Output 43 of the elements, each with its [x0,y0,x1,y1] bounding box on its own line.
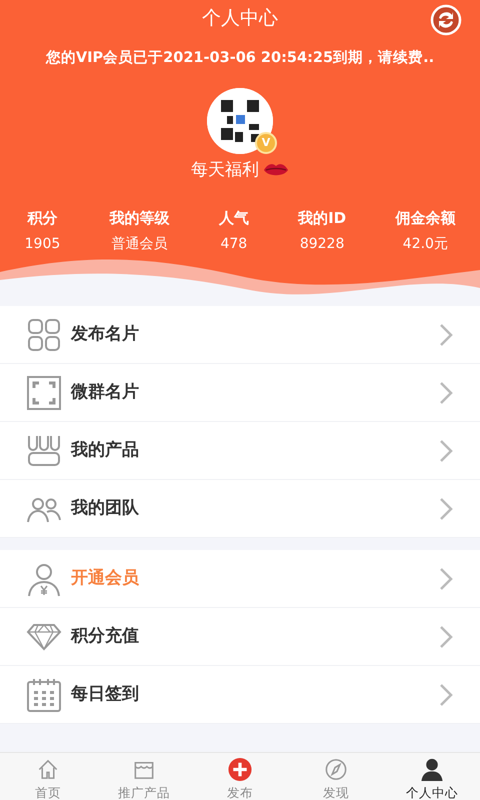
menu-label: 我的产品 [71,438,140,462]
stat-label: 人气 [218,208,249,228]
compass-icon [323,757,349,782]
tab-item[interactable]: 个人中心 [384,753,480,800]
stat-value: 478 [220,235,248,254]
lips-icon [263,162,289,178]
stat-value: 1905 [24,235,60,254]
menu-label: 我的团队 [71,496,140,520]
stat-value: 普通会员 [112,235,168,254]
stat-label: 积分 [27,208,58,228]
page-title: 个人中心 [202,6,278,31]
menu-item[interactable]: 积分充值 [0,608,480,666]
menu-item[interactable]: 我的产品 [0,422,480,480]
menu-label: 发布名片 [71,322,140,346]
chevron-icon [438,438,454,464]
chevron-icon [438,566,454,592]
stat-value: 42.0元 [402,235,448,254]
chevron-icon [438,624,454,650]
vip-expiry-notice: 您的VIP会员已于2021-03-06 20:54:25到期，请续费.. [46,48,434,68]
add-icon [227,757,253,782]
menu-label: 微群名片 [71,380,140,404]
frame-icon [26,374,62,410]
menu-label: 开通会员 [71,566,140,590]
stat-label: 我的ID [298,208,346,228]
user-icon [419,757,445,782]
menu-item[interactable]: 我的团队 [0,480,480,538]
menu-label: 积分充值 [71,624,140,648]
stat-value: 89228 [300,235,344,254]
stat-label: 佣金余额 [395,208,456,228]
chevron-icon [438,322,454,348]
chevron-icon [438,496,454,522]
chevron-icon [438,380,454,406]
refresh-icon[interactable] [430,4,462,36]
vip-badge: V [255,132,277,154]
stat-label: 我的等级 [110,208,170,228]
chevron-icon [438,682,454,708]
menu-item[interactable]: 微群名片 [0,364,480,422]
menu-item[interactable]: 发布名片 [0,306,480,364]
nickname: 每天福利 [191,159,259,182]
grid-icon [26,316,62,352]
menu-item[interactable]: 每日签到 [0,666,480,724]
calendar-icon [26,676,62,712]
menu-label: 每日签到 [71,682,140,706]
